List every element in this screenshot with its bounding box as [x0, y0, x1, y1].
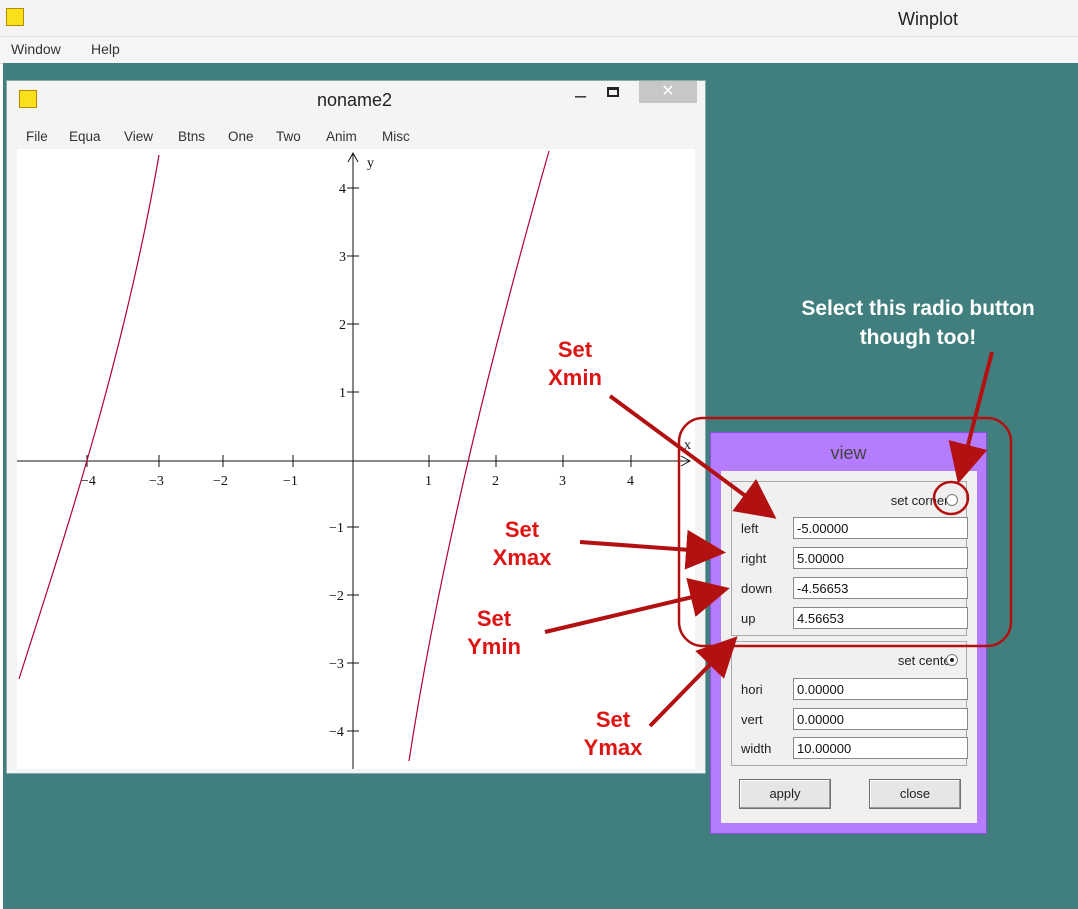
x-tick-label: 2 [492, 474, 499, 489]
right-label: right [741, 551, 767, 566]
menu-view[interactable]: View [124, 129, 153, 144]
set-center-radio[interactable] [946, 654, 958, 666]
hori-label: hori [741, 682, 763, 697]
close-dialog-button[interactable]: close [869, 779, 961, 809]
x-tick-label: 1 [425, 474, 432, 489]
plot-curve-left [18, 154, 160, 680]
down-input[interactable] [793, 577, 968, 599]
y-tick-label: 1 [339, 386, 346, 401]
menu-btns[interactable]: Btns [178, 129, 205, 144]
app-titlebar: Winplot [0, 0, 1078, 36]
y-tick-label: −1 [329, 521, 344, 536]
menu-file[interactable]: File [26, 129, 48, 144]
menu-two[interactable]: Two [276, 129, 301, 144]
plot-curve-right [408, 150, 550, 762]
left-label: left [741, 521, 759, 536]
y-axis-label: y [367, 156, 374, 171]
y-tick-label: 3 [339, 250, 346, 265]
annotation-set-ymin: Set Ymin [467, 606, 521, 659]
plot-window-title: noname2 [317, 90, 393, 110]
winplot-icon[interactable] [6, 8, 24, 26]
right-input[interactable] [793, 547, 968, 569]
menu-one[interactable]: One [228, 129, 254, 144]
y-tick-label: −2 [329, 589, 344, 604]
close-button[interactable]: ✕ [639, 81, 697, 103]
up-input[interactable] [793, 607, 968, 629]
app-title: Winplot [898, 9, 959, 29]
up-label: up [741, 611, 756, 626]
menu-anim[interactable]: Anim [326, 129, 357, 144]
plot-window: noname2 – ✕ File Equa View Btns One Two … [6, 80, 706, 774]
x-tick-label: −1 [283, 474, 298, 489]
y-tick-label: −4 [329, 725, 344, 740]
left-input[interactable] [793, 517, 968, 539]
menu-help[interactable]: Help [91, 41, 120, 57]
view-dialog-title: view [830, 443, 867, 463]
app-menubar: Window Help [0, 36, 1078, 64]
x-tick-label: 4 [627, 474, 634, 489]
x-tick-label: −3 [149, 474, 164, 489]
x-tick-label: −4 [81, 474, 96, 489]
menu-equa[interactable]: Equa [69, 129, 101, 144]
x-tick-label: 3 [559, 474, 566, 489]
x-tick-label: −2 [213, 474, 228, 489]
y-tick-label: 4 [339, 182, 346, 197]
plot-window-icon[interactable] [19, 90, 37, 108]
annotation-set-ymax: Set Ymax [583, 707, 643, 760]
plot-area[interactable]: x y −4 −3 −2 −1 1 2 3 4 4 3 2 1 −1 −2 −3… [17, 149, 695, 769]
vert-input[interactable] [793, 708, 968, 730]
view-dialog-body: set corners left right down up set cente… [721, 471, 977, 823]
width-input[interactable] [793, 737, 968, 759]
menu-misc[interactable]: Misc [382, 129, 410, 144]
view-dialog: view set corners left right down up set … [710, 432, 987, 834]
apply-button[interactable]: apply [739, 779, 831, 809]
x-axis-label: x [684, 438, 691, 453]
width-label: width [741, 741, 772, 756]
plot-menubar: File Equa View Btns One Two Anim Misc [7, 127, 705, 147]
annotation-radio-note: Select this radio button though too! [801, 297, 1035, 349]
menu-window[interactable]: Window [11, 41, 61, 57]
set-corners-radio[interactable] [946, 494, 958, 506]
minimize-button[interactable]: – [575, 85, 586, 108]
annotation-set-xmax: Set Xmax [492, 517, 552, 570]
annotation-set-xmin: Set Xmin [548, 337, 602, 390]
hori-input[interactable] [793, 678, 968, 700]
down-label: down [741, 581, 773, 596]
y-tick-label: 2 [339, 318, 346, 333]
y-tick-label: −3 [329, 657, 344, 672]
maximize-button[interactable] [607, 87, 619, 97]
vert-label: vert [741, 712, 763, 727]
